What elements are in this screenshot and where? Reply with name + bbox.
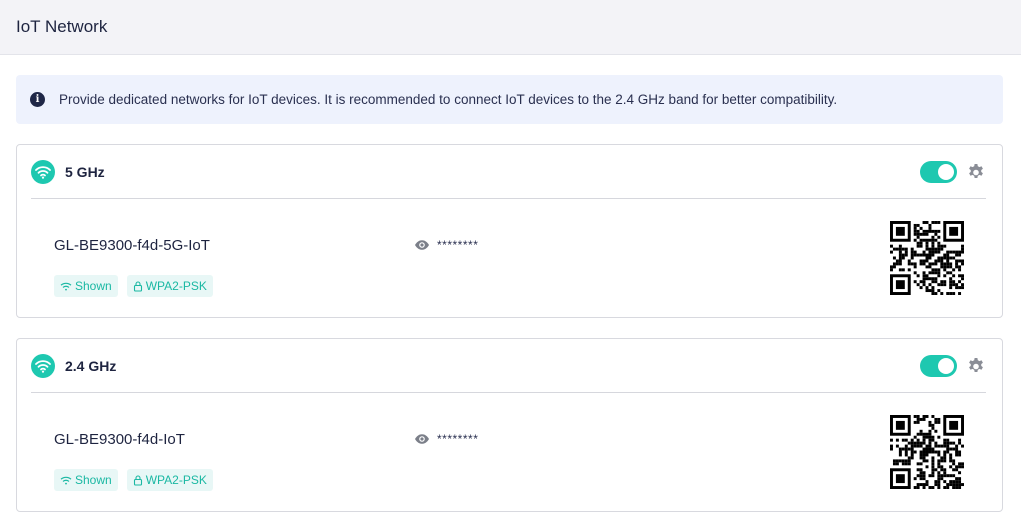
visibility-badge: Shown: [54, 275, 118, 297]
network-card-2-4ghz: 2.4 GHz GL-BE9300-f4d-IoT ******** Shown…: [16, 338, 1003, 512]
page-header: IoT Network: [0, 0, 1021, 55]
ssid-name: GL-BE9300-f4d-IoT: [54, 431, 185, 448]
gear-icon[interactable]: [966, 356, 986, 376]
password-mask: ********: [437, 432, 479, 446]
info-notice: i Provide dedicated networks for IoT dev…: [16, 75, 1003, 124]
network-enable-toggle[interactable]: [920, 354, 957, 377]
password-field: ********: [414, 431, 478, 447]
toggle-knob: [938, 357, 954, 374]
main-content: i Provide dedicated networks for IoT dev…: [0, 55, 1021, 512]
lock-icon: [133, 474, 142, 486]
wifi-signal-icon: [60, 282, 72, 290]
network-enable-toggle[interactable]: [920, 160, 957, 183]
visibility-badge: Shown: [54, 469, 118, 491]
page-title: IoT Network: [16, 17, 108, 36]
ssid-name: GL-BE9300-f4d-5G-IoT: [54, 237, 210, 254]
card-body: GL-BE9300-f4d-5G-IoT ******** Shown WPA2…: [31, 199, 986, 317]
network-tags: Shown WPA2-PSK: [54, 469, 222, 491]
band-label: 2.4 GHz: [65, 357, 117, 374]
card-actions: [920, 160, 986, 183]
card-actions: [920, 354, 986, 377]
card-body: GL-BE9300-f4d-IoT ******** Shown WPA2-PS…: [31, 393, 986, 511]
toggle-knob: [938, 163, 954, 180]
wifi-icon: [31, 159, 55, 184]
notice-text: Provide dedicated networks for IoT devic…: [59, 92, 838, 107]
password-field: ********: [414, 237, 478, 253]
qr-code-icon[interactable]: [890, 221, 964, 295]
lock-icon: [133, 280, 142, 292]
qr-code-icon[interactable]: [890, 415, 964, 489]
band-label: 5 GHz: [65, 163, 105, 180]
password-mask: ********: [437, 238, 479, 252]
wifi-signal-icon: [60, 476, 72, 484]
visibility-label: Shown: [75, 279, 112, 293]
security-badge: WPA2-PSK: [126, 469, 213, 491]
security-label: WPA2-PSK: [145, 279, 207, 293]
wifi-icon: [31, 353, 55, 378]
gear-icon[interactable]: [966, 162, 986, 182]
eye-icon[interactable]: [414, 237, 430, 253]
visibility-label: Shown: [75, 473, 112, 487]
card-header: 5 GHz: [31, 145, 986, 199]
network-card-5ghz: 5 GHz GL-BE9300-f4d-5G-IoT ******** Show…: [16, 144, 1003, 318]
card-header: 2.4 GHz: [31, 339, 986, 393]
security-badge: WPA2-PSK: [126, 275, 213, 297]
security-label: WPA2-PSK: [145, 473, 207, 487]
eye-icon[interactable]: [414, 431, 430, 447]
info-icon: i: [30, 92, 45, 107]
network-tags: Shown WPA2-PSK: [54, 275, 222, 297]
